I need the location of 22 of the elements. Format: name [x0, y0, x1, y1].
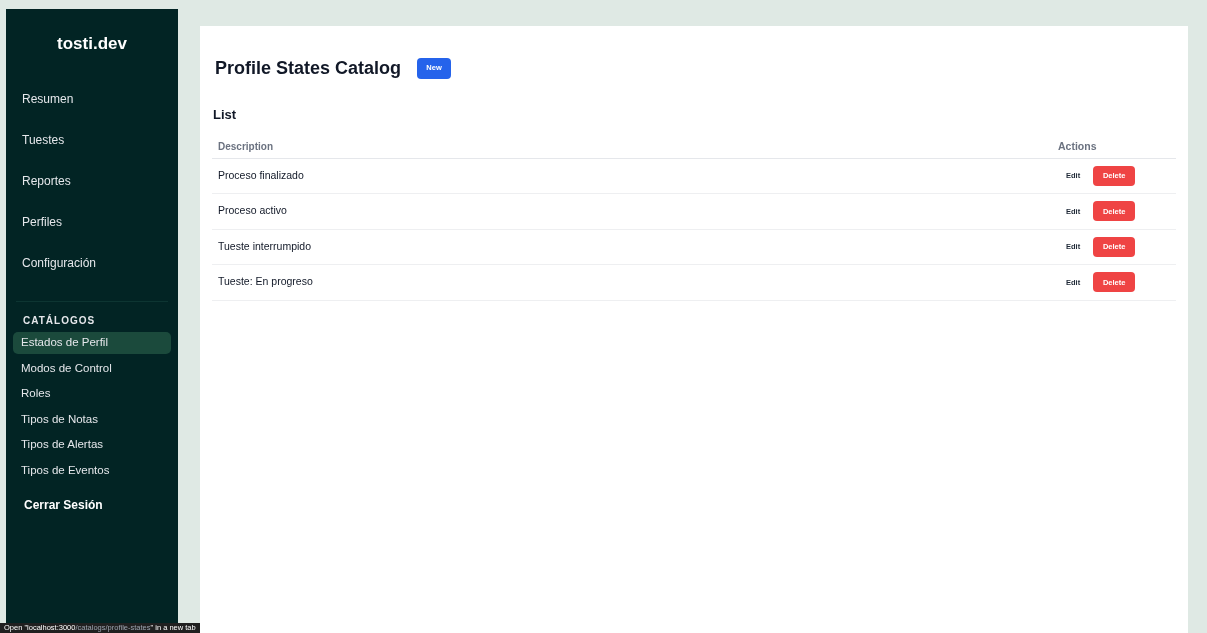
table-cell-text: Tueste interrumpido — [217, 238, 312, 254]
catalog-link[interactable]: Tipos de Eventos — [13, 459, 171, 482]
nav-link[interactable]: Reportes — [13, 160, 171, 202]
page-title: Profile States Catalog — [215, 56, 402, 80]
table-cell-text: Proceso finalizado — [217, 167, 305, 183]
nav-link[interactable]: Configuración — [13, 242, 171, 284]
section-heading: CATÁLOGOS — [22, 313, 97, 328]
catalog-link[interactable]: Modos de Control — [13, 357, 171, 380]
catalog-link[interactable]: Tipos de Alertas — [13, 433, 171, 456]
table-cell-text: Proceso activo — [217, 203, 288, 219]
column-header: Actions — [1057, 138, 1098, 154]
nav-link[interactable]: Perfiles — [13, 201, 171, 243]
logout-link[interactable]: Cerrar Sesión — [13, 495, 171, 514]
brand-logo[interactable]: tosti.dev — [13, 31, 171, 57]
catalog-link[interactable]: Estados de Perfil — [13, 331, 171, 354]
catalog-link[interactable]: Roles — [13, 382, 171, 405]
nav-link[interactable]: Tuestes — [13, 119, 171, 161]
section-title: List — [212, 106, 238, 124]
catalog-link[interactable]: Tipos de Notas — [13, 408, 171, 431]
nav-link[interactable]: Resumen — [13, 78, 171, 120]
column-header: Description — [217, 139, 274, 154]
table-cell-text: Tueste: En progreso — [217, 274, 314, 290]
